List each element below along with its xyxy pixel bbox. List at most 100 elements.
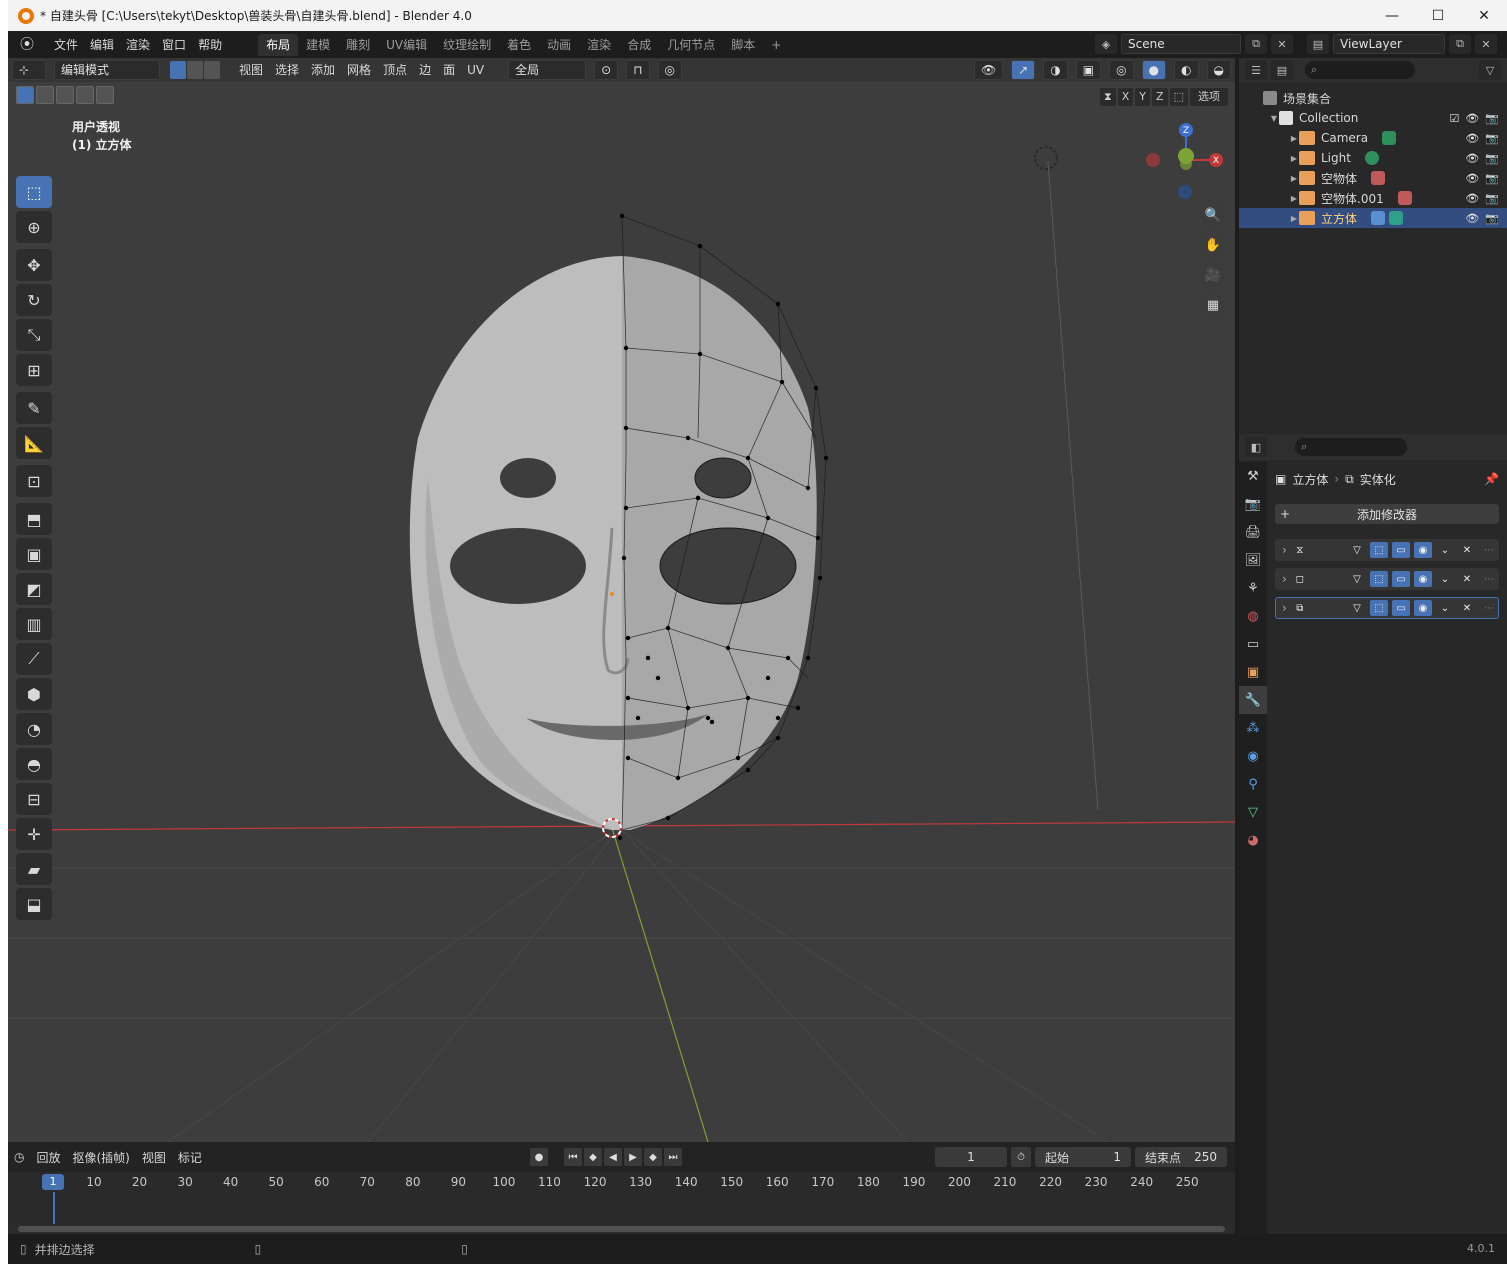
modifier-wrench-icon[interactable] [1371,211,1386,225]
snap-toggle[interactable]: ⊓ [626,60,650,80]
select-extend-button[interactable] [36,86,54,104]
outliner-item-camera[interactable]: ▶ Camera 👁 📷 [1239,128,1507,148]
rip-tool[interactable]: ⬓ [16,888,52,920]
menu-view[interactable]: 视图 [233,60,269,80]
image-data-icon[interactable] [1397,191,1412,205]
world-tab-icon[interactable]: ◍ [1239,602,1267,630]
scene-collection-row[interactable]: 场景集合 [1239,88,1507,108]
mirror-icon[interactable]: ⧗ [1100,88,1116,106]
physics-tab-icon[interactable]: ◉ [1239,742,1267,770]
chevron-down-icon[interactable]: ⌄ [1436,571,1454,587]
menu-window[interactable]: 窗口 [156,35,192,55]
select-subtract-button[interactable] [56,86,74,104]
tab-animation[interactable]: 动画 [539,34,579,56]
editor-type-selector[interactable]: ⊹ [12,60,46,80]
particles-tab-icon[interactable]: ⁂ [1239,714,1267,742]
edit-mode-toggle-icon[interactable]: ⬚ [1370,571,1388,587]
shrink-fatten-tool[interactable]: ✛ [16,818,52,850]
perspective-grid-icon[interactable]: ▦ [1200,292,1226,318]
hide-eye-icon[interactable]: 👁 [1465,212,1479,225]
menu-playback[interactable]: 回放 [30,1149,66,1166]
expand-arrow-icon[interactable]: ▶ [1289,154,1299,163]
measure-tool[interactable]: 📐 [16,427,52,459]
expand-arrow-icon[interactable]: ▼ [1269,114,1279,123]
prev-keyframe-button[interactable]: ◆ [584,1148,602,1166]
record-button[interactable]: ● [530,1148,548,1166]
edit-mode-toggle-icon[interactable]: ⬚ [1370,600,1388,616]
tab-sculpting[interactable]: 雕刻 [338,34,378,56]
tab-uv-editing[interactable]: UV编辑 [378,34,435,56]
chevron-right-icon[interactable]: › [1282,601,1287,615]
exclude-checkbox[interactable]: ☑ [1449,112,1459,125]
remove-scene-icon[interactable]: ✕ [1271,34,1293,54]
timeline-track-area[interactable] [8,1192,1235,1224]
spin-tool[interactable]: ◔ [16,713,52,745]
edge-select-mode-button[interactable] [187,61,203,79]
proportional-edit-toggle[interactable]: ◎ [657,60,683,80]
visibility-selector[interactable]: 👁 [973,60,1004,80]
cursor-tool[interactable]: ⊕ [16,211,52,243]
tool-tab-icon[interactable]: ⚒ [1239,462,1267,490]
start-frame-field[interactable]: 起始 1 [1035,1147,1131,1167]
annotate-tool[interactable]: ✎ [16,392,52,424]
tab-compositing[interactable]: 合成 [619,34,659,56]
hide-eye-icon[interactable]: 👁 [1465,132,1479,145]
bevel-tool[interactable]: ◩ [16,573,52,605]
wireframe-shading-button[interactable]: ◎ [1109,60,1134,80]
view-layer-field[interactable]: ViewLayer [1333,34,1445,54]
options-dropdown[interactable]: 选项 [1189,88,1228,106]
select-invert-button[interactable] [76,86,94,104]
remove-view-layer-icon[interactable]: ✕ [1475,34,1497,54]
render-toggle-icon[interactable]: ◉ [1414,571,1432,587]
menu-face[interactable]: 面 [437,60,461,80]
mirror-z-toggle[interactable]: Z [1152,88,1168,106]
collection-tab-icon[interactable]: ▭ [1239,630,1267,658]
select-box-tool[interactable]: ⬚ [16,176,52,208]
image-data-icon[interactable] [1371,171,1386,185]
solid-shading-button[interactable]: ● [1141,60,1167,80]
delete-modifier-icon[interactable]: ✕ [1458,600,1476,616]
scene-selector-icon[interactable]: ◈ [1095,34,1117,54]
current-frame-field[interactable]: 1 [935,1147,1007,1167]
mode-selector[interactable]: 编辑模式 [54,60,160,80]
menu-timeline-view[interactable]: 视图 [136,1149,172,1166]
move-tool[interactable]: ✥ [16,249,52,281]
hide-eye-icon[interactable]: 👁 [1465,192,1479,205]
outliner-search-input[interactable]: ⌕ [1305,61,1415,79]
select-intersect-button[interactable] [96,86,114,104]
menu-uv[interactable]: UV [461,60,490,80]
poly-build-tool[interactable]: ⬢ [16,678,52,710]
render-camera-icon[interactable]: 📷 [1485,212,1499,225]
pin-icon[interactable]: 📌 [1484,472,1499,486]
scale-tool[interactable]: ⤡ [16,319,52,351]
view-layer-tab-icon[interactable]: 🖼 [1239,546,1267,574]
menu-render[interactable]: 渲染 [120,35,156,55]
preview-range-icon[interactable]: ⏱ [1011,1147,1031,1167]
loop-cut-tool[interactable]: ▥ [16,608,52,640]
chevron-down-icon[interactable]: ⌄ [1436,600,1454,616]
knife-tool[interactable]: ⟋ [16,643,52,675]
output-tab-icon[interactable]: 🖨 [1239,518,1267,546]
render-camera-icon[interactable]: 📷 [1485,132,1499,145]
menu-select[interactable]: 选择 [269,60,305,80]
minimize-button[interactable]: — [1369,0,1415,31]
chevron-right-icon[interactable]: › [1282,543,1287,557]
tab-modeling[interactable]: 建模 [298,34,338,56]
menu-keying[interactable]: 抠像(插帧) [67,1149,136,1166]
smooth-tool[interactable]: ◓ [16,748,52,780]
mirror-x-toggle[interactable]: X [1117,88,1134,106]
hide-eye-icon[interactable]: 👁 [1465,112,1479,125]
filter-icon[interactable]: ▽ [1479,60,1501,80]
material-tab-icon[interactable]: ◕ [1239,826,1267,854]
expand-arrow-icon[interactable]: ▶ [1289,174,1299,183]
xray-toggle[interactable]: ▣ [1075,60,1102,80]
expand-arrow-icon[interactable]: ▶ [1289,194,1299,203]
expand-arrow-icon[interactable]: ▶ [1289,134,1299,143]
transform-tool[interactable]: ⊞ [16,354,52,386]
auto-merge-icon[interactable]: ⬚ [1169,88,1188,106]
pivot-point-selector[interactable]: ⊙ [594,60,619,80]
pan-hand-icon[interactable]: ✋ [1200,232,1226,258]
mirror-y-toggle[interactable]: Y [1135,88,1151,106]
face-select-mode-button[interactable] [204,61,220,79]
viewport-toggle-icon[interactable]: ▭ [1392,542,1410,558]
